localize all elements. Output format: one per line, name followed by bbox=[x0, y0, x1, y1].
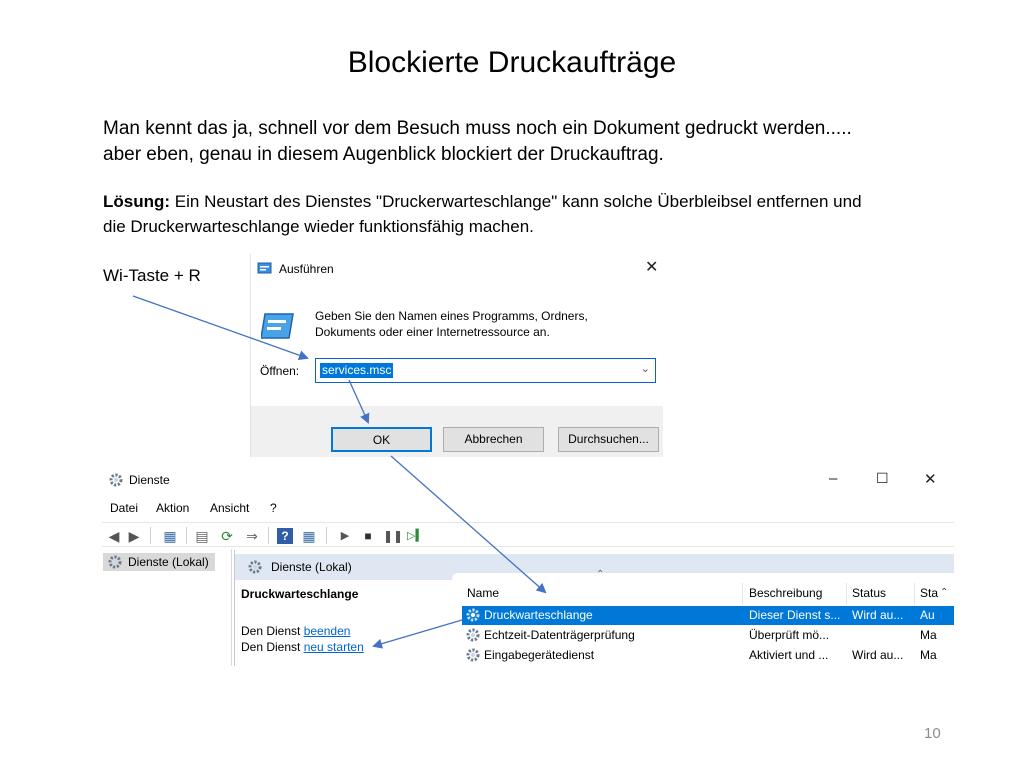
sort-ascending-icon: ⌃ bbox=[596, 569, 605, 580]
tree-item-services-local[interactable]: Dienste (Lokal) bbox=[103, 553, 215, 571]
intro-line-2: aber eben, genau in diesem Augenblick bl… bbox=[103, 144, 664, 165]
restart-service-link[interactable]: neu starten bbox=[304, 640, 364, 654]
ok-button[interactable]: OK bbox=[331, 427, 432, 452]
intro-line-1: Man kennt das ja, schnell vor dem Besuch… bbox=[103, 118, 852, 139]
minimize-icon[interactable]: – bbox=[829, 470, 837, 487]
services-title: Dienste bbox=[129, 473, 170, 487]
gear-icon bbox=[466, 608, 480, 622]
run-description-line-2: Dokuments oder einer Internetressource a… bbox=[315, 325, 550, 339]
chevron-down-icon[interactable]: ⌄ bbox=[641, 362, 650, 375]
table-row[interactable]: Eingabegerätedienst Aktiviert und ... Wi… bbox=[462, 646, 954, 665]
menu-aktion[interactable]: Aktion bbox=[156, 501, 189, 515]
forward-icon[interactable]: ▶ bbox=[126, 528, 142, 544]
open-input[interactable]: services.msc ⌄ bbox=[315, 358, 656, 383]
services-window: Dienste – ☐ ✕ Datei Aktion Ansicht ? ◀ ▶… bbox=[102, 466, 954, 666]
run-titlebar: Ausführen ✕ bbox=[251, 254, 663, 284]
console-tree-icon[interactable]: ▦ bbox=[162, 528, 178, 544]
table-row[interactable]: Echtzeit-Datenträgerprüfung Überprüft mö… bbox=[462, 626, 954, 645]
pane-header-label: Dienste (Lokal) bbox=[271, 560, 352, 574]
menu-datei[interactable]: Datei bbox=[110, 501, 138, 515]
stop-icon[interactable]: ■ bbox=[360, 528, 376, 544]
column-divider bbox=[846, 583, 847, 605]
services-list: ⌃ Name Beschreibung Status Sta ⌃ Druckwa… bbox=[452, 569, 954, 666]
run-description-line-1: Geben Sie den Namen eines Programms, Ord… bbox=[315, 309, 588, 323]
menu-help[interactable]: ? bbox=[270, 501, 277, 515]
view-icon[interactable]: ▦ bbox=[301, 528, 317, 544]
toolbar-separator bbox=[268, 527, 269, 544]
hotkey-hint: Wi-Taste + R bbox=[103, 266, 201, 285]
row-starttype: Ma bbox=[920, 628, 937, 642]
row-description: Überprüft mö... bbox=[749, 628, 830, 642]
toolbar-separator bbox=[186, 527, 187, 544]
open-label: Öffnen: bbox=[260, 364, 300, 378]
close-icon[interactable]: ✕ bbox=[645, 260, 658, 276]
detail-title: Druckwarteschlange bbox=[241, 587, 359, 601]
toolbar: ◀ ▶ ▦ ▤ ⟳ ⇒ ? ▦ ▶ ■ ❚❚ ▷▍ bbox=[102, 522, 954, 547]
detail-prefix: Den Dienst bbox=[241, 624, 304, 638]
tree-item-label: Dienste (Lokal) bbox=[128, 555, 209, 569]
restart-icon[interactable]: ▷▍ bbox=[407, 528, 424, 544]
menu-bar: Datei Aktion Ansicht ? bbox=[102, 500, 954, 518]
gear-icon bbox=[466, 648, 480, 662]
page-number: 10 bbox=[924, 725, 941, 742]
back-icon[interactable]: ◀ bbox=[106, 528, 122, 544]
detail-line-stop: Den Dienst beenden bbox=[241, 624, 350, 638]
solution-text: Lösung: Ein Neustart des Dienstes "Druck… bbox=[103, 189, 933, 239]
gear-icon bbox=[248, 560, 262, 574]
row-status: Wird au... bbox=[852, 608, 904, 622]
maximize-icon[interactable]: ☐ bbox=[876, 470, 889, 487]
play-icon[interactable]: ▶ bbox=[337, 528, 353, 544]
column-divider bbox=[914, 583, 915, 605]
row-name: Echtzeit-Datenträgerprüfung bbox=[484, 628, 635, 642]
column-status[interactable]: Status bbox=[852, 586, 886, 600]
intro-text: Man kennt das ja, schnell vor dem Besuch… bbox=[103, 116, 933, 168]
column-name[interactable]: Name bbox=[467, 586, 499, 600]
column-starttype[interactable]: Sta bbox=[920, 586, 938, 600]
run-program-icon bbox=[261, 313, 294, 339]
help-icon[interactable]: ? bbox=[277, 528, 293, 544]
toolbar-separator bbox=[150, 527, 151, 544]
solution-label: Lösung: bbox=[103, 192, 171, 211]
browse-button[interactable]: Durchsuchen... bbox=[558, 427, 659, 452]
run-dialog-title: Ausführen bbox=[279, 262, 334, 276]
row-name: Druckwarteschlange bbox=[484, 608, 593, 622]
solution-text-1: Ein Neustart des Dienstes "Druckerwartes… bbox=[170, 192, 862, 211]
close-window-icon[interactable]: ✕ bbox=[924, 470, 937, 488]
export-icon[interactable]: ⇒ bbox=[244, 528, 260, 544]
menu-ansicht[interactable]: Ansicht bbox=[210, 501, 249, 515]
solution-line-2: die Druckerwarteschlange wieder funktion… bbox=[103, 217, 534, 236]
open-input-value: services.msc bbox=[320, 363, 394, 378]
gear-icon bbox=[466, 628, 480, 642]
row-status: Wird au... bbox=[852, 648, 904, 662]
row-description: Dieser Dienst s... bbox=[749, 608, 841, 622]
service-detail: Druckwarteschlange Den Dienst beenden De… bbox=[241, 580, 447, 666]
column-divider bbox=[742, 583, 743, 605]
cancel-button[interactable]: Abbrechen bbox=[443, 427, 544, 452]
run-app-icon bbox=[257, 262, 272, 274]
refresh-icon[interactable]: ⟳ bbox=[219, 528, 235, 544]
slide-title: Blockierte Druckaufträge bbox=[347, 46, 677, 79]
solution-line-1: Lösung: Ein Neustart des Dienstes "Druck… bbox=[103, 189, 933, 214]
row-starttype: Ma bbox=[920, 648, 937, 662]
detail-line-restart: Den Dienst neu starten bbox=[241, 640, 364, 654]
gear-icon bbox=[108, 555, 122, 569]
run-description: Geben Sie den Namen eines Programms, Ord… bbox=[315, 308, 655, 340]
properties-icon[interactable]: ▤ bbox=[194, 528, 210, 544]
stop-service-link[interactable]: beenden bbox=[304, 624, 351, 638]
row-starttype: Au bbox=[920, 608, 935, 622]
services-titlebar: Dienste – ☐ ✕ bbox=[102, 466, 954, 496]
scroll-up-icon[interactable]: ⌃ bbox=[940, 587, 948, 598]
console-tree: Dienste (Lokal) bbox=[102, 549, 232, 666]
toolbar-separator bbox=[326, 527, 327, 544]
gear-icon bbox=[109, 473, 123, 487]
pause-icon[interactable]: ❚❚ bbox=[383, 528, 403, 544]
detail-prefix: Den Dienst bbox=[241, 640, 304, 654]
column-description[interactable]: Beschreibung bbox=[749, 586, 822, 600]
row-description: Aktiviert und ... bbox=[749, 648, 829, 662]
table-row[interactable]: Druckwarteschlange Dieser Dienst s... Wi… bbox=[462, 606, 954, 625]
row-name: Eingabegerätedienst bbox=[484, 648, 595, 662]
